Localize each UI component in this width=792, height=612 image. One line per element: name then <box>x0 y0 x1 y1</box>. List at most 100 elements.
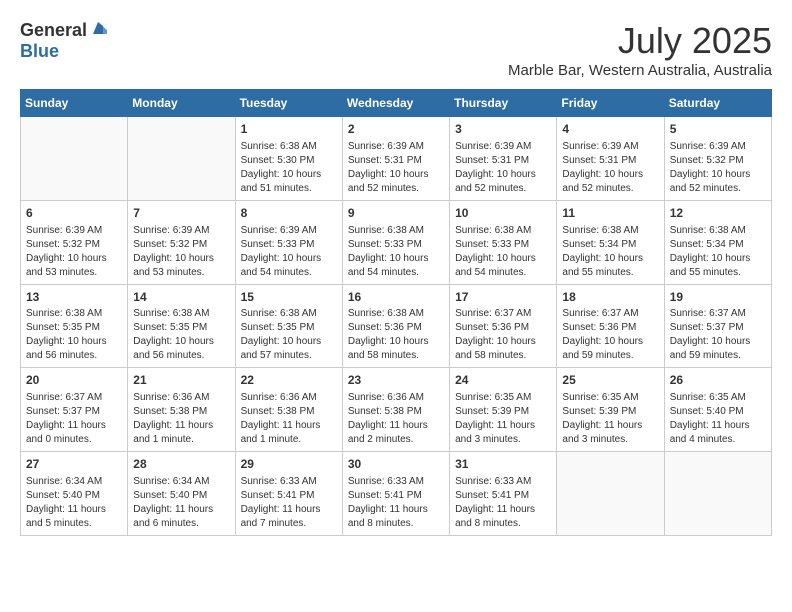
calendar-cell: 29 Sunrise: 6:33 AM Sunset: 5:41 PM Dayli… <box>235 452 342 536</box>
day-number: 8 <box>241 205 337 222</box>
calendar-cell <box>557 452 664 536</box>
day-info: Sunrise: 6:36 AM Sunset: 5:38 PM Dayligh… <box>133 391 229 447</box>
calendar-cell <box>21 117 128 201</box>
calendar-cell: 18Sunrise: 6:37 AM Sunset: 5:36 PM Dayli… <box>557 284 664 368</box>
day-number: 20 <box>26 372 122 389</box>
day-number: 2 <box>348 121 444 138</box>
calendar-cell <box>128 117 235 201</box>
day-number: 29 <box>241 456 337 473</box>
day-info: Sunrise: 6:37 AM Sunset: 5:37 PM Dayligh… <box>26 391 122 447</box>
logo-blue: Blue <box>20 41 59 61</box>
calendar-cell: 27 Sunrise: 6:34 AM Sunset: 5:40 PM Dayli… <box>21 452 128 536</box>
day-info: Sunrise: 6:35 AM Sunset: 5:39 PM Dayligh… <box>455 391 551 447</box>
day-number: 3 <box>455 121 551 138</box>
day-info: Sunrise: 6:33 AM Sunset: 5:41 PM Dayligh… <box>241 475 337 531</box>
calendar-week-row: 20 Sunrise: 6:37 AM Sunset: 5:37 PM Dayli… <box>21 368 772 452</box>
calendar-cell: 9Sunrise: 6:38 AM Sunset: 5:33 PM Daylig… <box>342 200 449 284</box>
calendar-header-wednesday: Wednesday <box>342 90 449 117</box>
calendar-cell: 30Sunrise: 6:33 AM Sunset: 5:41 PM Dayli… <box>342 452 449 536</box>
day-number: 19 <box>670 289 766 306</box>
day-info: Sunrise: 6:33 AM Sunset: 5:41 PM Dayligh… <box>455 475 551 531</box>
day-info: Sunrise: 6:38 AM Sunset: 5:33 PM Dayligh… <box>348 224 444 280</box>
calendar-cell: 21 Sunrise: 6:36 AM Sunset: 5:38 PM Dayli… <box>128 368 235 452</box>
calendar-week-row: 1Sunrise: 6:38 AM Sunset: 5:30 PM Daylig… <box>21 117 772 201</box>
day-number: 23 <box>348 372 444 389</box>
calendar-cell: 26 Sunrise: 6:35 AM Sunset: 5:40 PM Dayli… <box>664 368 771 452</box>
calendar-cell: 31 Sunrise: 6:33 AM Sunset: 5:41 PM Dayli… <box>450 452 557 536</box>
day-info: Sunrise: 6:39 AM Sunset: 5:32 PM Dayligh… <box>133 224 229 280</box>
day-number: 28 <box>133 456 229 473</box>
calendar-cell: 19Sunrise: 6:37 AM Sunset: 5:37 PM Dayli… <box>664 284 771 368</box>
day-info: Sunrise: 6:38 AM Sunset: 5:35 PM Dayligh… <box>133 307 229 363</box>
day-info: Sunrise: 6:39 AM Sunset: 5:31 PM Dayligh… <box>455 140 551 196</box>
calendar-cell: 12Sunrise: 6:38 AM Sunset: 5:34 PM Dayli… <box>664 200 771 284</box>
calendar-table: SundayMondayTuesdayWednesdayThursdayFrid… <box>20 89 772 536</box>
calendar-cell: 13Sunrise: 6:38 AM Sunset: 5:35 PM Dayli… <box>21 284 128 368</box>
day-number: 30 <box>348 456 444 473</box>
page-header: General Blue July 2025 Marble Bar, Weste… <box>20 20 772 79</box>
calendar-cell: 15Sunrise: 6:38 AM Sunset: 5:35 PM Dayli… <box>235 284 342 368</box>
day-info: Sunrise: 6:39 AM Sunset: 5:32 PM Dayligh… <box>26 224 122 280</box>
day-number: 11 <box>562 205 658 222</box>
day-info: Sunrise: 6:36 AM Sunset: 5:38 PM Dayligh… <box>241 391 337 447</box>
day-number: 17 <box>455 289 551 306</box>
calendar-cell <box>664 452 771 536</box>
day-number: 18 <box>562 289 658 306</box>
day-number: 24 <box>455 372 551 389</box>
day-info: Sunrise: 6:39 AM Sunset: 5:31 PM Dayligh… <box>562 140 658 196</box>
calendar-cell: 2 Sunrise: 6:39 AM Sunset: 5:31 PM Daylig… <box>342 117 449 201</box>
calendar-header-sunday: Sunday <box>21 90 128 117</box>
day-number: 5 <box>670 121 766 138</box>
location: Marble Bar, Western Australia, Australia <box>508 62 772 79</box>
day-info: Sunrise: 6:39 AM Sunset: 5:32 PM Dayligh… <box>670 140 766 196</box>
logo-icon <box>89 20 107 38</box>
calendar-week-row: 27 Sunrise: 6:34 AM Sunset: 5:40 PM Dayli… <box>21 452 772 536</box>
calendar-cell: 3 Sunrise: 6:39 AM Sunset: 5:31 PM Daylig… <box>450 117 557 201</box>
day-number: 10 <box>455 205 551 222</box>
day-info: Sunrise: 6:38 AM Sunset: 5:30 PM Dayligh… <box>241 140 337 196</box>
day-number: 15 <box>241 289 337 306</box>
day-number: 26 <box>670 372 766 389</box>
day-info: Sunrise: 6:36 AM Sunset: 5:38 PM Dayligh… <box>348 391 444 447</box>
logo-general: General <box>20 20 87 41</box>
day-info: Sunrise: 6:37 AM Sunset: 5:36 PM Dayligh… <box>455 307 551 363</box>
calendar-cell: 4 Sunrise: 6:39 AM Sunset: 5:31 PM Daylig… <box>557 117 664 201</box>
day-info: Sunrise: 6:35 AM Sunset: 5:40 PM Dayligh… <box>670 391 766 447</box>
day-info: Sunrise: 6:38 AM Sunset: 5:34 PM Dayligh… <box>670 224 766 280</box>
day-info: Sunrise: 6:38 AM Sunset: 5:35 PM Dayligh… <box>26 307 122 363</box>
calendar-cell: 8Sunrise: 6:39 AM Sunset: 5:33 PM Daylig… <box>235 200 342 284</box>
day-info: Sunrise: 6:38 AM Sunset: 5:33 PM Dayligh… <box>455 224 551 280</box>
calendar-header-friday: Friday <box>557 90 664 117</box>
day-info: Sunrise: 6:38 AM Sunset: 5:35 PM Dayligh… <box>241 307 337 363</box>
day-number: 21 <box>133 372 229 389</box>
day-number: 16 <box>348 289 444 306</box>
calendar-header-monday: Monday <box>128 90 235 117</box>
calendar-cell: 14Sunrise: 6:38 AM Sunset: 5:35 PM Dayli… <box>128 284 235 368</box>
month-year: July 2025 <box>508 20 772 62</box>
calendar-header-tuesday: Tuesday <box>235 90 342 117</box>
day-number: 4 <box>562 121 658 138</box>
calendar-cell: 25Sunrise: 6:35 AM Sunset: 5:39 PM Dayli… <box>557 368 664 452</box>
calendar-cell: 11 Sunrise: 6:38 AM Sunset: 5:34 PM Dayli… <box>557 200 664 284</box>
calendar-header-thursday: Thursday <box>450 90 557 117</box>
calendar-cell: 23 Sunrise: 6:36 AM Sunset: 5:38 PM Dayli… <box>342 368 449 452</box>
day-info: Sunrise: 6:34 AM Sunset: 5:40 PM Dayligh… <box>26 475 122 531</box>
calendar-cell: 22 Sunrise: 6:36 AM Sunset: 5:38 PM Dayli… <box>235 368 342 452</box>
day-number: 22 <box>241 372 337 389</box>
day-number: 25 <box>562 372 658 389</box>
day-number: 7 <box>133 205 229 222</box>
day-info: Sunrise: 6:38 AM Sunset: 5:34 PM Dayligh… <box>562 224 658 280</box>
calendar-cell: 6 Sunrise: 6:39 AM Sunset: 5:32 PM Daylig… <box>21 200 128 284</box>
calendar-cell: 5 Sunrise: 6:39 AM Sunset: 5:32 PM Daylig… <box>664 117 771 201</box>
day-number: 27 <box>26 456 122 473</box>
calendar-cell: 20 Sunrise: 6:37 AM Sunset: 5:37 PM Dayli… <box>21 368 128 452</box>
day-number: 31 <box>455 456 551 473</box>
calendar-week-row: 13Sunrise: 6:38 AM Sunset: 5:35 PM Dayli… <box>21 284 772 368</box>
calendar-week-row: 6 Sunrise: 6:39 AM Sunset: 5:32 PM Daylig… <box>21 200 772 284</box>
day-info: Sunrise: 6:39 AM Sunset: 5:31 PM Dayligh… <box>348 140 444 196</box>
day-info: Sunrise: 6:34 AM Sunset: 5:40 PM Dayligh… <box>133 475 229 531</box>
calendar-cell: 17Sunrise: 6:37 AM Sunset: 5:36 PM Dayli… <box>450 284 557 368</box>
day-info: Sunrise: 6:38 AM Sunset: 5:36 PM Dayligh… <box>348 307 444 363</box>
day-number: 6 <box>26 205 122 222</box>
day-number: 13 <box>26 289 122 306</box>
